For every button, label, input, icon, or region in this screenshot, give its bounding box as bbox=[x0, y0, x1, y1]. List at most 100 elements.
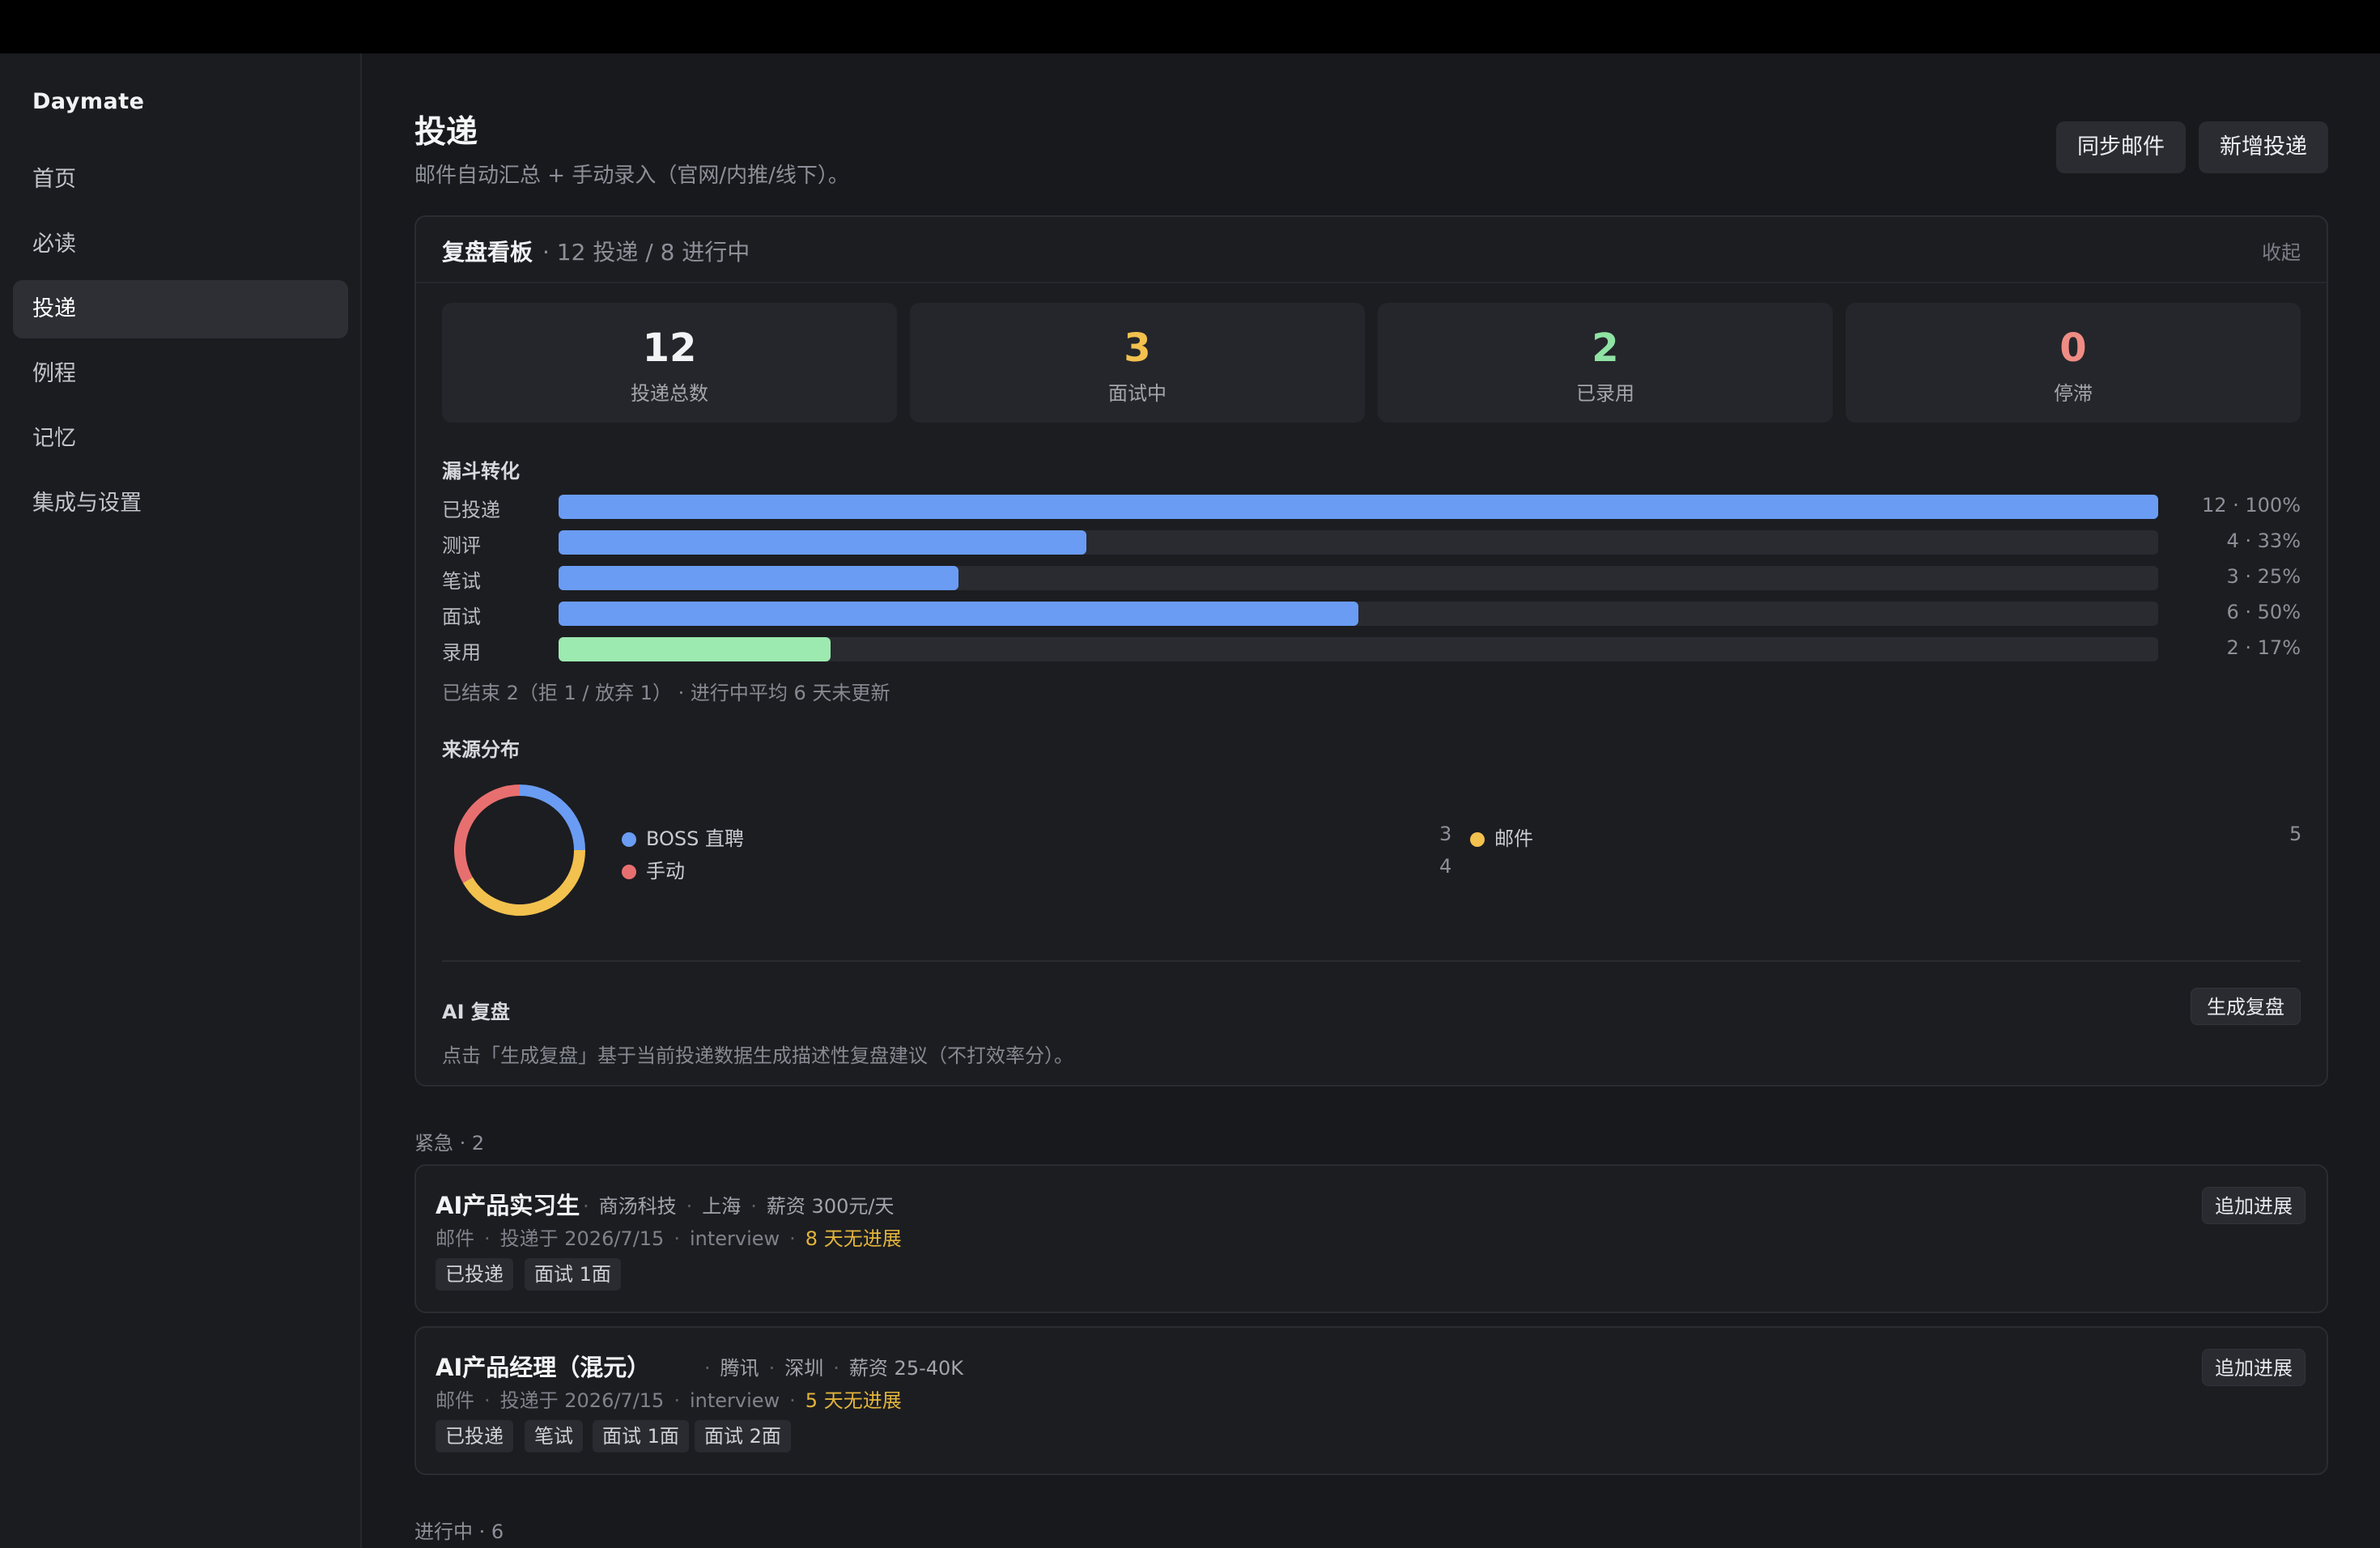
job-salary: 薪资 300元/天 bbox=[766, 1195, 895, 1218]
donut-segment bbox=[519, 785, 585, 851]
dashboard-title: 复盘看板 bbox=[442, 239, 533, 266]
stat-hired: 2 已录用 bbox=[1378, 303, 1833, 423]
legend-item-manual: 手动 bbox=[622, 855, 685, 883]
funnel-bar-fill bbox=[559, 566, 958, 590]
window-top-bar bbox=[0, 0, 2380, 53]
add-progress-button[interactable]: 追加进展 bbox=[2202, 1187, 2306, 1224]
status-tag: 笔试 bbox=[525, 1420, 583, 1452]
funnel-row: 面试 6 · 50% bbox=[442, 599, 2301, 628]
generate-review-button[interactable]: 生成复盘 bbox=[2191, 988, 2301, 1025]
page-subtitle: 邮件自动汇总 + 手动录入（官网/内推/线下）。 bbox=[414, 164, 849, 188]
ai-review-description: 点击「生成复盘」基于当前投递数据生成描述性复盘建议（不打效率分）。 bbox=[442, 1044, 1073, 1067]
funnel-stage-label: 已投递 bbox=[442, 499, 500, 521]
stat-stalled: 0 停滞 bbox=[1846, 303, 2301, 423]
add-application-button[interactable]: 新增投递 bbox=[2199, 121, 2328, 173]
app-logo-text: Daymate bbox=[32, 89, 145, 114]
job-city: 深圳 bbox=[784, 1357, 824, 1380]
legend-dot bbox=[622, 832, 636, 847]
job-salary: 薪资 25-40K bbox=[848, 1357, 964, 1380]
stat-value: 2 bbox=[1592, 325, 1619, 371]
stage: interview bbox=[689, 1227, 780, 1250]
application-meta: 邮件 · 投递于 2026/7/15 · interview · 5 天无进展 bbox=[436, 1389, 902, 1412]
stat-label: 停滞 bbox=[2054, 382, 2093, 405]
job-info: · 商汤科技 · 上海 · 薪资 300元/天 bbox=[583, 1195, 895, 1218]
funnel-value: 2 · 17% bbox=[2226, 636, 2301, 659]
funnel-bar-track bbox=[559, 566, 2158, 590]
application-card[interactable]: AI产品实习生 · 商汤科技 · 上海 · 薪资 300元/天 邮件 · 投递于 2026/7… bbox=[414, 1164, 2328, 1313]
job-title: AI产品实习生 bbox=[436, 1192, 580, 1219]
funnel-value: 12 · 100% bbox=[2201, 494, 2301, 517]
stage: interview bbox=[689, 1389, 780, 1412]
ai-review-title: AI 复盘 bbox=[442, 1001, 510, 1023]
applied-date: 投递于 2026/7/15 bbox=[499, 1389, 665, 1412]
sidebar-item-must-read[interactable]: 必读 bbox=[13, 215, 348, 274]
funnel-note: 已结束 2（拒 1 / 放弃 1） · 进行中平均 6 天未更新 bbox=[442, 682, 890, 704]
status-tag: 面试 1面 bbox=[593, 1420, 689, 1452]
funnel-bar-track bbox=[559, 602, 2158, 626]
stat-total: 12 投递总数 bbox=[442, 303, 897, 423]
add-progress-button[interactable]: 追加进展 bbox=[2202, 1349, 2306, 1386]
company-name: 腾讯 bbox=[720, 1357, 759, 1380]
funnel-stage-label: 面试 bbox=[442, 606, 481, 628]
panel-divider bbox=[416, 282, 2327, 283]
funnel-row: 笔试 3 · 25% bbox=[442, 563, 2301, 593]
funnel-bar-track bbox=[559, 637, 2158, 661]
sidebar-item-applications[interactable]: 投递 bbox=[13, 280, 348, 338]
stat-label: 已录用 bbox=[1576, 382, 1634, 405]
legend-count: 4 bbox=[1439, 855, 1452, 878]
funnel-row: 录用 2 · 17% bbox=[442, 635, 2301, 664]
funnel-stage-label: 录用 bbox=[442, 641, 481, 664]
stale-warning: 8 天无进展 bbox=[805, 1227, 902, 1250]
sidebar-item-routines[interactable]: 例程 bbox=[13, 345, 348, 403]
funnel-title: 漏斗转化 bbox=[442, 460, 520, 483]
donut-segment bbox=[454, 785, 521, 883]
stale-warning: 5 天无进展 bbox=[805, 1389, 902, 1412]
job-city: 上海 bbox=[702, 1195, 742, 1218]
funnel-row: 已投递 12 · 100% bbox=[442, 492, 2301, 521]
urgent-group-label: 紧急 · 2 bbox=[414, 1132, 485, 1155]
company-name: 商汤科技 bbox=[598, 1195, 677, 1218]
applied-date: 投递于 2026/7/15 bbox=[499, 1227, 665, 1250]
stat-interviewing: 3 面试中 bbox=[910, 303, 1365, 423]
funnel-bar-track bbox=[559, 495, 2158, 519]
funnel-bar-fill bbox=[559, 602, 1358, 626]
sync-email-button[interactable]: 同步邮件 bbox=[2056, 121, 2186, 173]
source-donut-chart bbox=[454, 785, 585, 916]
source: 邮件 bbox=[436, 1227, 474, 1250]
stat-value: 12 bbox=[642, 325, 697, 371]
section-divider bbox=[442, 960, 2301, 962]
stat-label: 投递总数 bbox=[631, 382, 708, 405]
source: 邮件 bbox=[436, 1389, 474, 1412]
sidebar-item-settings[interactable]: 集成与设置 bbox=[13, 474, 348, 533]
legend-item-email: 邮件 bbox=[1470, 823, 1533, 851]
funnel-stage-label: 测评 bbox=[442, 534, 481, 557]
page-title: 投递 bbox=[414, 114, 478, 151]
job-title: AI产品经理（混元） bbox=[436, 1354, 651, 1381]
status-tag: 面试 2面 bbox=[695, 1420, 791, 1452]
funnel-row: 测评 4 · 33% bbox=[442, 528, 2301, 557]
legend-dot bbox=[1470, 832, 1485, 847]
stat-value: 0 bbox=[2059, 325, 2087, 371]
legend-label: 手动 bbox=[646, 860, 685, 882]
application-card[interactable]: AI产品经理（混元） · 腾讯 · 深圳 · 薪资 25-40K 邮件 · 投递于 2026/… bbox=[414, 1326, 2328, 1475]
application-meta: 邮件 · 投递于 2026/7/15 · interview · 8 天无进展 bbox=[436, 1227, 902, 1250]
funnel-bar-track bbox=[559, 530, 2158, 555]
source-title: 来源分布 bbox=[442, 738, 520, 761]
funnel-value: 6 · 50% bbox=[2226, 601, 2301, 623]
sidebar bbox=[0, 53, 362, 1548]
sidebar-item-memory[interactable]: 记忆 bbox=[13, 410, 348, 468]
funnel-bar-fill bbox=[559, 495, 2158, 519]
legend-label: 邮件 bbox=[1494, 827, 1533, 850]
funnel-value: 4 · 33% bbox=[2226, 529, 2301, 552]
legend-count: 5 bbox=[2289, 823, 2302, 845]
collapse-button[interactable]: 收起 bbox=[2262, 236, 2301, 265]
donut-segment bbox=[462, 849, 585, 916]
legend-count: 3 bbox=[1439, 823, 1452, 845]
job-info: · 腾讯 · 深圳 · 薪资 25-40K bbox=[704, 1357, 964, 1380]
stat-label: 面试中 bbox=[1108, 382, 1167, 405]
dashboard-meta: · 12 投递 / 8 进行中 bbox=[542, 239, 750, 266]
sidebar-item-home[interactable]: 首页 bbox=[13, 151, 348, 209]
funnel-bar-fill bbox=[559, 637, 831, 661]
legend-label: BOSS 直聘 bbox=[646, 827, 745, 850]
legend-item-boss: BOSS 直聘 bbox=[622, 823, 744, 851]
